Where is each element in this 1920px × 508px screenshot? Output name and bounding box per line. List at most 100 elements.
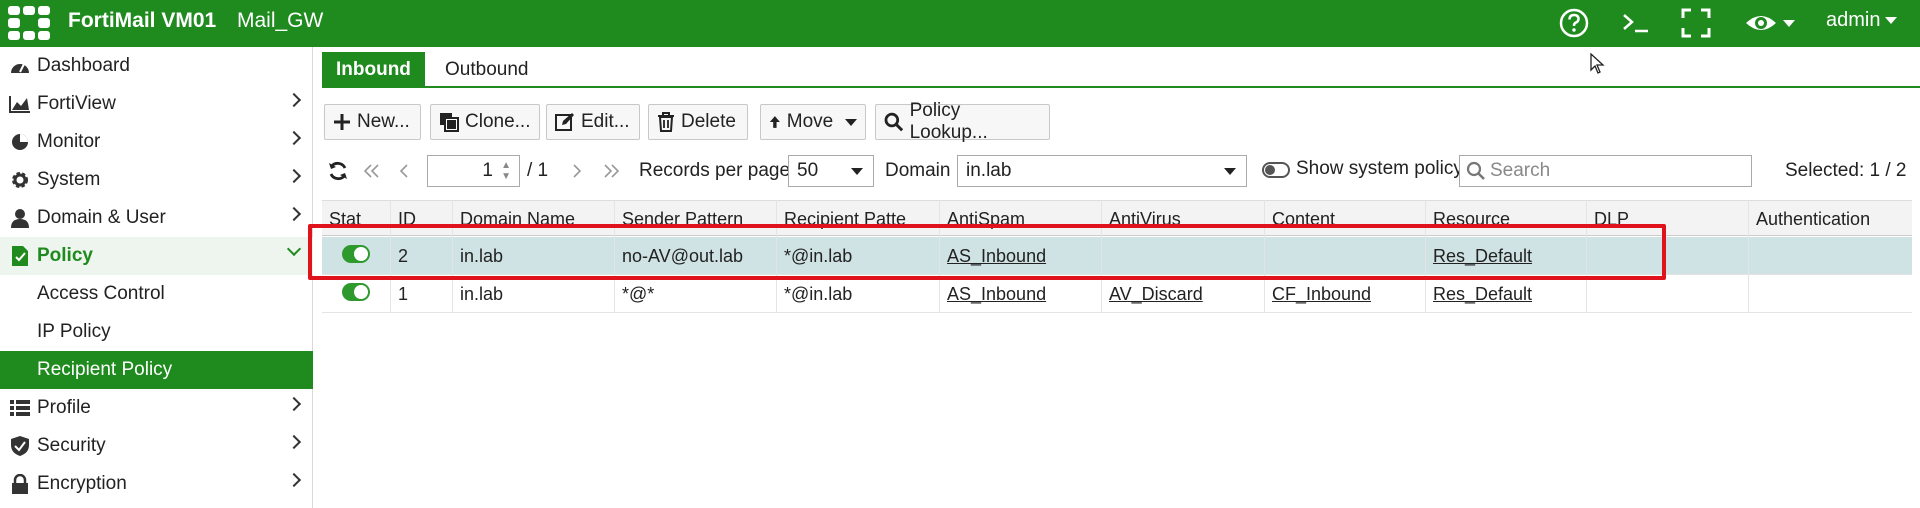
sidebar-item-label: Domain & User	[37, 207, 166, 228]
lock-icon	[8, 474, 32, 494]
sidebar-item-label: Profile	[37, 397, 91, 418]
delete-button-label: Delete	[681, 111, 736, 132]
next-page-icon[interactable]	[571, 155, 591, 187]
sidebar-item-label: Monitor	[37, 131, 101, 152]
status-toggle[interactable]	[342, 283, 370, 301]
sidebar-item-profile[interactable]: Profile	[0, 389, 313, 427]
fortinet-logo-icon[interactable]	[8, 6, 50, 40]
records-per-page-select[interactable]: 50	[788, 155, 874, 187]
sidebar-subitem-label: IP Policy	[37, 321, 111, 342]
policy-lookup-button[interactable]: Policy Lookup...	[875, 100, 1050, 143]
pager-bar: 1 ▲ ▼ / 1 Records per page 50 Domain in.l…	[0, 155, 1920, 189]
cell-id: 1	[398, 284, 409, 304]
top-bar: FortiMail VM01 Mail_GW admin	[0, 0, 1920, 47]
chevron-down-icon	[1782, 19, 1795, 27]
chevron-down-icon	[1885, 17, 1898, 25]
last-page-icon[interactable]	[603, 155, 627, 187]
column-divider	[1748, 200, 1749, 312]
sidebar-subitem-label: Access Control	[37, 283, 165, 304]
new-button[interactable]: New...	[324, 104, 421, 140]
edit-button[interactable]: Edit...	[546, 104, 640, 140]
cell-resource-link[interactable]: Res_Default	[1433, 284, 1532, 305]
page-number-input[interactable]: 1 ▲ ▼	[427, 155, 520, 187]
move-button-label: Move	[786, 111, 834, 132]
domain-value: in.lab	[966, 160, 1012, 181]
domain-label: Domain	[885, 160, 951, 181]
hostname: Mail_GW	[237, 9, 324, 32]
sidebar-item-recipient-policy[interactable]: Recipient Policy	[0, 351, 313, 389]
page-number-value: 1	[482, 160, 493, 181]
chevron-right-icon	[286, 472, 302, 488]
refresh-icon[interactable]	[327, 155, 353, 187]
chevron-right-icon	[286, 206, 302, 222]
new-button-label: New...	[357, 111, 410, 132]
policy-icon	[8, 245, 32, 267]
sidebar-item-dashboard[interactable]: Dashboard	[0, 47, 313, 85]
arrow-up-icon	[769, 116, 780, 128]
eye-icon[interactable]	[1738, 4, 1800, 42]
annotation-highlight-box	[308, 224, 1666, 280]
selection-count: Selected: 1 / 2	[1785, 160, 1907, 181]
sidebar-item-ip-policy[interactable]: IP Policy	[0, 313, 313, 351]
shield-icon	[8, 435, 32, 457]
sidebar-item-security[interactable]: Security	[0, 427, 313, 465]
sidebar-item-access-control[interactable]: Access Control	[0, 275, 313, 313]
records-per-page-label: Records per page	[639, 160, 791, 181]
domain-select[interactable]: in.lab	[957, 155, 1247, 187]
tab-outbound[interactable]: Outbound	[431, 52, 542, 88]
chart-icon	[8, 95, 32, 113]
clone-button[interactable]: Clone...	[430, 104, 540, 140]
sidebar-item-label: Dashboard	[37, 55, 130, 76]
sidebar-item-fortiview[interactable]: FortiView	[0, 85, 313, 123]
dashboard-icon	[8, 57, 32, 75]
clone-icon	[440, 113, 459, 132]
first-page-icon[interactable]	[362, 155, 386, 187]
table-row[interactable]: 1 in.lab *@* *@in.lab AS_Inbound AV_Disc…	[322, 275, 1912, 313]
cli-console-icon[interactable]	[1618, 4, 1654, 42]
policy-lookup-button-label: Policy Lookup...	[909, 100, 988, 143]
sidebar-item-domain-user[interactable]: Domain & User	[0, 199, 313, 237]
cell-content-link[interactable]: CF_Inbound	[1272, 284, 1371, 305]
chevron-right-icon	[286, 434, 302, 450]
cell-antivirus-link[interactable]: AV_Discard	[1109, 284, 1203, 305]
fullscreen-icon[interactable]	[1678, 4, 1714, 42]
delete-button[interactable]: Delete	[648, 104, 748, 140]
sidebar: Dashboard FortiView Monitor System Domai…	[0, 47, 313, 508]
chevron-right-icon	[286, 396, 302, 412]
sidebar-item-encryption[interactable]: Encryption	[0, 465, 313, 503]
page-total: / 1	[527, 160, 549, 181]
user-menu[interactable]: admin	[1826, 9, 1898, 32]
plus-icon	[334, 114, 350, 130]
pie-icon	[8, 132, 32, 152]
policy-tabs: Inbound Outbound	[322, 52, 1920, 88]
cell-antispam-link[interactable]: AS_Inbound	[947, 284, 1046, 305]
move-button[interactable]: Move	[760, 104, 866, 140]
prev-page-icon[interactable]	[398, 155, 418, 187]
list-icon	[8, 399, 32, 417]
username: admin	[1826, 9, 1881, 31]
help-icon[interactable]	[1556, 4, 1592, 42]
sidebar-item-label: Encryption	[37, 473, 127, 494]
sidebar-item-policy[interactable]: Policy	[0, 237, 313, 275]
chevron-down-icon	[845, 117, 857, 127]
search-icon	[1466, 161, 1485, 180]
cell-domain: in.lab	[460, 284, 504, 304]
column-header-authentication[interactable]: Authentication	[1756, 209, 1870, 230]
cell-recipient: *@in.lab	[784, 284, 853, 304]
user-icon	[8, 208, 32, 228]
chevron-right-icon	[286, 130, 302, 146]
sidebar-item-label: Policy	[37, 245, 93, 266]
spinner-icon[interactable]: ▲ ▼	[501, 160, 511, 182]
product-name: FortiMail VM01	[68, 9, 217, 32]
search-input[interactable]: Search	[1459, 155, 1752, 187]
records-per-page-value: 50	[797, 160, 819, 181]
tab-inbound[interactable]: Inbound	[322, 52, 425, 88]
chevron-right-icon	[286, 92, 302, 108]
clone-button-label: Clone...	[465, 111, 531, 132]
sidebar-item-label: FortiView	[37, 93, 116, 114]
chevron-down-icon	[851, 168, 863, 175]
show-system-policy-toggle[interactable]	[1262, 162, 1290, 178]
show-system-policy-label: Show system policy	[1296, 158, 1463, 179]
sidebar-subitem-label: Recipient Policy	[37, 359, 173, 380]
search-icon	[884, 112, 904, 132]
